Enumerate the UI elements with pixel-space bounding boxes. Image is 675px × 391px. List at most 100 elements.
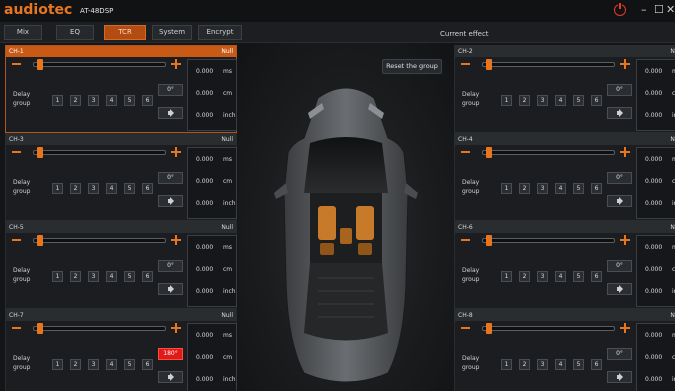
delay-group-button-5[interactable]: 5 <box>124 359 135 370</box>
delay-cm-row[interactable]: 0.000 cm <box>637 88 675 102</box>
delay-ms-row[interactable]: 0.000 ms <box>188 242 236 256</box>
delay-slider[interactable] <box>33 59 166 70</box>
slider-thumb[interactable] <box>486 323 492 334</box>
plus-icon-vertical[interactable] <box>175 59 177 69</box>
mute-button[interactable] <box>158 371 183 383</box>
tab-encrypt[interactable]: Encrypt <box>198 25 242 40</box>
delay-cm-row[interactable]: 0.000 cm <box>637 176 675 190</box>
delay-group-button-3[interactable]: 3 <box>88 183 99 194</box>
plus-icon-vertical[interactable] <box>175 235 177 245</box>
phase-button[interactable]: 0° <box>607 260 632 272</box>
tab-eq[interactable]: EQ <box>56 25 94 40</box>
delay-group-button-6[interactable]: 6 <box>591 271 602 282</box>
plus-icon-vertical[interactable] <box>175 323 177 333</box>
phase-button[interactable]: 180° <box>158 348 183 360</box>
power-icon[interactable] <box>614 2 626 16</box>
phase-button[interactable]: 0° <box>158 84 183 96</box>
tab-system[interactable]: System <box>152 25 192 40</box>
plus-icon-vertical[interactable] <box>624 235 626 245</box>
mute-button[interactable] <box>607 371 632 383</box>
delay-group-button-4[interactable]: 4 <box>555 183 566 194</box>
maximize-button[interactable]: ☐ <box>654 3 664 16</box>
minus-icon[interactable] <box>12 327 21 329</box>
delay-group-button-5[interactable]: 5 <box>573 359 584 370</box>
tab-tcr[interactable]: TCR <box>104 25 146 40</box>
delay-group-button-6[interactable]: 6 <box>142 359 153 370</box>
delay-ms-row[interactable]: 0.000 ms <box>637 330 675 344</box>
slider-thumb[interactable] <box>37 147 43 158</box>
delay-group-button-6[interactable]: 6 <box>591 183 602 194</box>
delay-inch-row[interactable]: 0.000 inch <box>188 286 236 300</box>
slider-thumb[interactable] <box>486 59 492 70</box>
delay-group-button-4[interactable]: 4 <box>106 271 117 282</box>
delay-cm-row[interactable]: 0.000 cm <box>188 352 236 366</box>
mute-button[interactable] <box>158 283 183 295</box>
delay-group-button-3[interactable]: 3 <box>88 359 99 370</box>
delay-group-button-1[interactable]: 1 <box>52 95 63 106</box>
delay-inch-row[interactable]: 0.000 inch <box>188 374 236 388</box>
delay-cm-row[interactable]: 0.000 cm <box>188 264 236 278</box>
delay-ms-row[interactable]: 0.000 ms <box>637 242 675 256</box>
delay-group-button-3[interactable]: 3 <box>537 359 548 370</box>
minus-icon[interactable] <box>12 151 21 153</box>
plus-icon-vertical[interactable] <box>624 147 626 157</box>
delay-group-button-6[interactable]: 6 <box>142 183 153 194</box>
channel-panel-5[interactable]: CH-5 Null Delay group 123456 0° 0.000 ms… <box>5 221 237 309</box>
channel-panel-4[interactable]: CH-4 Null Delay group 123456 0° 0.000 ms… <box>454 133 675 221</box>
delay-inch-row[interactable]: 0.000 inch <box>188 110 236 124</box>
delay-group-button-4[interactable]: 4 <box>555 359 566 370</box>
delay-group-button-1[interactable]: 1 <box>501 271 512 282</box>
plus-icon-vertical[interactable] <box>175 147 177 157</box>
minus-icon[interactable] <box>12 239 21 241</box>
delay-group-button-5[interactable]: 5 <box>124 183 135 194</box>
delay-group-button-2[interactable]: 2 <box>70 183 81 194</box>
delay-group-button-3[interactable]: 3 <box>88 271 99 282</box>
delay-group-button-1[interactable]: 1 <box>52 359 63 370</box>
delay-ms-row[interactable]: 0.000 ms <box>637 66 675 80</box>
delay-group-button-1[interactable]: 1 <box>501 95 512 106</box>
delay-group-button-3[interactable]: 3 <box>537 95 548 106</box>
delay-group-button-3[interactable]: 3 <box>537 271 548 282</box>
delay-slider[interactable] <box>482 147 615 158</box>
mute-button[interactable] <box>607 283 632 295</box>
delay-group-button-1[interactable]: 1 <box>501 359 512 370</box>
delay-group-button-6[interactable]: 6 <box>591 95 602 106</box>
reset-group-button[interactable]: Reset the group <box>382 59 442 74</box>
phase-button[interactable]: 0° <box>607 348 632 360</box>
delay-group-button-5[interactable]: 5 <box>573 95 584 106</box>
delay-group-button-2[interactable]: 2 <box>519 271 530 282</box>
delay-group-button-3[interactable]: 3 <box>88 95 99 106</box>
delay-group-button-1[interactable]: 1 <box>52 271 63 282</box>
delay-cm-row[interactable]: 0.000 cm <box>188 176 236 190</box>
delay-group-button-1[interactable]: 1 <box>52 183 63 194</box>
slider-thumb[interactable] <box>37 59 43 70</box>
delay-group-button-2[interactable]: 2 <box>70 95 81 106</box>
delay-inch-row[interactable]: 0.000 inch <box>637 110 675 124</box>
delay-group-button-6[interactable]: 6 <box>142 271 153 282</box>
slider-thumb[interactable] <box>486 147 492 158</box>
phase-button[interactable]: 0° <box>158 172 183 184</box>
phase-button[interactable]: 0° <box>158 260 183 272</box>
channel-panel-3[interactable]: CH-3 Null Delay group 123456 0° 0.000 ms… <box>5 133 237 221</box>
delay-group-button-6[interactable]: 6 <box>591 359 602 370</box>
delay-group-button-4[interactable]: 4 <box>106 95 117 106</box>
slider-thumb[interactable] <box>37 235 43 246</box>
delay-group-button-2[interactable]: 2 <box>519 359 530 370</box>
delay-group-button-2[interactable]: 2 <box>70 359 81 370</box>
mute-button[interactable] <box>607 107 632 119</box>
minus-icon[interactable] <box>12 63 21 65</box>
delay-slider[interactable] <box>33 323 166 334</box>
delay-group-button-6[interactable]: 6 <box>142 95 153 106</box>
channel-panel-6[interactable]: CH-6 Null Delay group 123456 0° 0.000 ms… <box>454 221 675 309</box>
delay-group-button-2[interactable]: 2 <box>519 183 530 194</box>
delay-group-button-1[interactable]: 1 <box>501 183 512 194</box>
plus-icon-vertical[interactable] <box>624 59 626 69</box>
mute-button[interactable] <box>607 195 632 207</box>
delay-inch-row[interactable]: 0.000 inch <box>637 286 675 300</box>
delay-group-button-2[interactable]: 2 <box>519 95 530 106</box>
delay-group-button-3[interactable]: 3 <box>537 183 548 194</box>
delay-group-button-5[interactable]: 5 <box>573 183 584 194</box>
delay-group-button-4[interactable]: 4 <box>106 183 117 194</box>
delay-group-button-2[interactable]: 2 <box>70 271 81 282</box>
delay-group-button-4[interactable]: 4 <box>555 271 566 282</box>
